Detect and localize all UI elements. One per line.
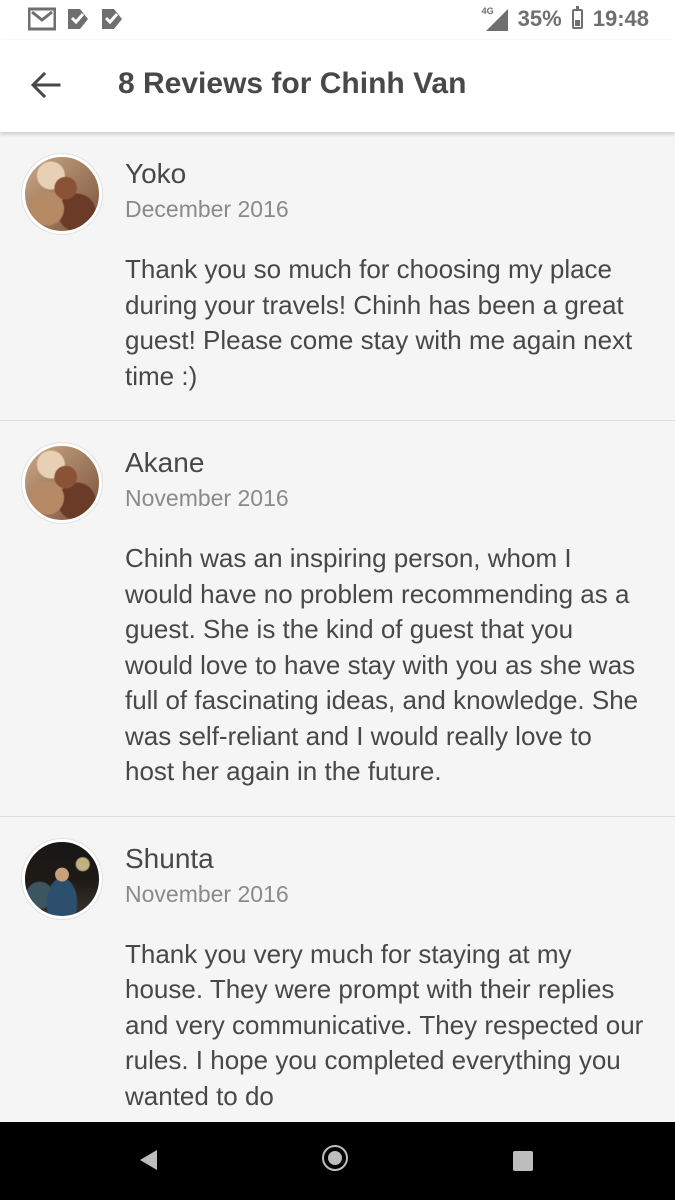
review-text: Thank you so much for choosing my place … [125, 254, 633, 391]
review-date: November 2016 [125, 880, 289, 907]
status-bar: 4G 35% 19:48 [0, 0, 675, 40]
battery-percent: 35% [517, 6, 562, 31]
status-indicators: 4G 35% 19:48 [482, 6, 649, 32]
review-item: Shunta November 2016 Thank you very much… [0, 817, 675, 1123]
avatar[interactable] [22, 443, 102, 523]
nav-back-icon[interactable] [140, 1150, 157, 1170]
navigation-bar [0, 1122, 675, 1200]
status-time: 19:48 [592, 6, 649, 31]
reviews-list[interactable]: Yoko December 2016 Thank you so much for… [0, 132, 675, 1122]
app-bar: 8 Reviews for Chinh Van [0, 40, 675, 132]
arrow-left-icon [31, 72, 61, 98]
review-text: Chinh was an inspiring person, whom I wo… [125, 543, 639, 786]
review-item: Akane November 2016 Chinh was an inspiri… [0, 421, 675, 817]
reviewer-name[interactable]: Shunta [125, 839, 675, 875]
nav-home-icon[interactable] [322, 1145, 348, 1171]
page-title: 8 Reviews for Chinh Van [118, 67, 467, 100]
avatar[interactable] [22, 154, 102, 234]
battery-icon [571, 6, 583, 29]
review-date: November 2016 [125, 485, 289, 511]
review-date: December 2016 [125, 196, 289, 222]
review-item: Yoko December 2016 Thank you so much for… [0, 132, 675, 421]
check-icon [100, 6, 124, 37]
review-text: Thank you very much for staying at my ho… [125, 938, 644, 1111]
notification-icons [27, 6, 124, 37]
nav-recents-icon[interactable] [513, 1151, 533, 1171]
signal-icon: 4G [482, 6, 508, 31]
check-icon [66, 6, 90, 37]
back-button[interactable] [26, 65, 66, 105]
avatar[interactable] [22, 838, 102, 919]
reviewer-name[interactable]: Akane [125, 443, 675, 479]
battery-level-fill [574, 20, 580, 26]
reviewer-name[interactable]: Yoko [125, 154, 675, 190]
gmail-icon [27, 6, 57, 37]
